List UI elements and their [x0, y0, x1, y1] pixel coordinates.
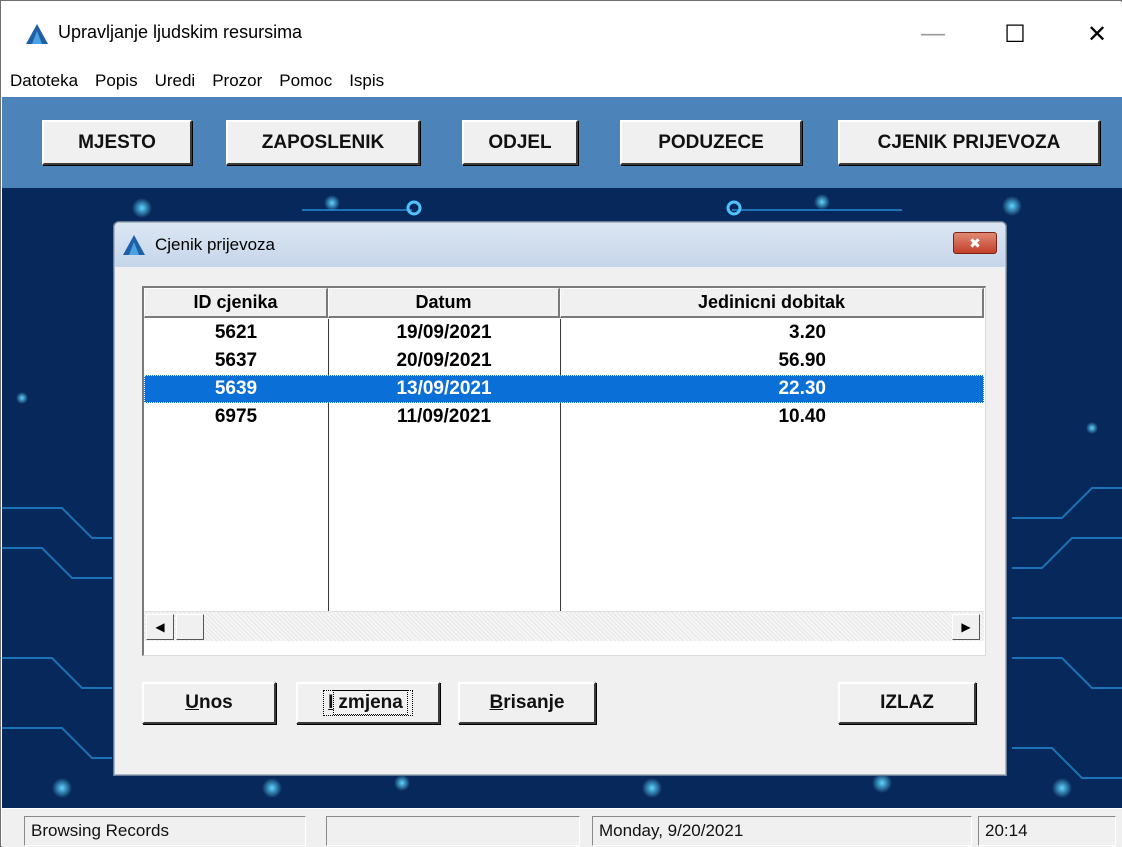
- grid-header: ID cjenika Datum Jedinicni dobitak: [144, 288, 984, 318]
- cell-dobitak: 10.40: [560, 403, 984, 431]
- cell-datum: 11/09/2021: [396, 406, 492, 427]
- table-row[interactable]: 5621 19/09/2021 3.20: [144, 319, 984, 347]
- app-logo-icon: [26, 24, 48, 44]
- unos-label: Unos: [185, 692, 233, 713]
- status-empty-panel: [326, 816, 580, 846]
- cell-dobitak-value: 22.30: [778, 378, 826, 399]
- window-title: Upravljanje ljudskim resursima: [58, 22, 303, 42]
- column-header-id[interactable]: ID cjenika: [144, 288, 328, 318]
- cell-dobitak-value: 3.20: [789, 322, 826, 343]
- menu-datoteka[interactable]: Datoteka: [10, 71, 78, 91]
- brisanje-button[interactable]: Brisanje: [458, 682, 596, 724]
- close-button[interactable]: ✕: [1074, 12, 1120, 56]
- records-grid[interactable]: ID cjenika Datum Jedinicni dobitak 5621 …: [142, 286, 986, 656]
- main-window: Upravljanje ljudskim resursima — ☐ ✕ Dat…: [0, 0, 1122, 847]
- scroll-thumb[interactable]: [176, 614, 204, 640]
- menu-prozor[interactable]: Prozor: [212, 71, 262, 91]
- cell-datum: 13/09/2021: [396, 378, 492, 399]
- toolbar: MJESTO ZAPOSLENIK ODJEL PODUZECE CJENIK …: [2, 97, 1122, 188]
- unos-button[interactable]: Unos: [142, 682, 276, 724]
- izmjena-button[interactable]: Izmjena: [296, 682, 440, 724]
- table-row[interactable]: 6975 11/09/2021 10.40: [144, 403, 984, 431]
- cjenik-prijevoza-window: Cjenik prijevoza ✖ ID cjenika Datum Jedi…: [113, 221, 1007, 776]
- table-row-selected[interactable]: 5639 13/09/2021 22.30: [144, 375, 984, 403]
- cell-id: 5637: [214, 350, 258, 371]
- cell-dobitak: 22.30: [560, 375, 984, 403]
- cell-datum: 20/09/2021: [396, 350, 492, 371]
- child-title-bar[interactable]: Cjenik prijevoza ✖: [115, 223, 1005, 267]
- cell-id: 6975: [214, 406, 258, 427]
- mjesto-button[interactable]: MJESTO: [42, 120, 192, 165]
- menu-bar: Datoteka Popis Uredi Prozor Pomoc Ispis: [2, 65, 1122, 97]
- cjenik-prijevoza-button[interactable]: CJENIK PRIJEVOZA: [838, 120, 1100, 165]
- status-bar: Browsing Records Monday, 9/20/2021 20:14: [2, 808, 1122, 847]
- column-header-dobitak[interactable]: Jedinicni dobitak: [560, 288, 984, 318]
- brisanje-label: Brisanje: [489, 692, 565, 713]
- child-body: ID cjenika Datum Jedinicni dobitak 5621 …: [120, 268, 1000, 769]
- table-row[interactable]: 5637 20/09/2021 56.90: [144, 347, 984, 375]
- odjel-button[interactable]: ODJEL: [462, 120, 578, 165]
- poduzece-button[interactable]: PODUZECE: [620, 120, 802, 165]
- cell-id: 5621: [214, 322, 258, 343]
- menu-pomoc[interactable]: Pomoc: [279, 71, 332, 91]
- cell-dobitak-value: 56.90: [778, 350, 826, 371]
- menu-uredi[interactable]: Uredi: [155, 71, 196, 91]
- menu-ispis[interactable]: Ispis: [349, 71, 384, 91]
- child-window-title: Cjenik prijevoza: [155, 235, 275, 254]
- column-header-datum[interactable]: Datum: [328, 288, 560, 318]
- scroll-right-icon[interactable]: ▶: [952, 614, 980, 640]
- status-mode: Browsing Records: [24, 816, 306, 846]
- status-date: Monday, 9/20/2021: [592, 816, 972, 846]
- app-logo-icon: [123, 235, 145, 255]
- menu-popis[interactable]: Popis: [95, 71, 138, 91]
- minimize-button[interactable]: —: [910, 12, 956, 56]
- grid-rows: 5621 19/09/2021 3.20 5637 20/09/2021 56.…: [144, 319, 984, 431]
- cell-datum: 19/09/2021: [396, 322, 492, 343]
- izlaz-button[interactable]: IZLAZ: [838, 682, 976, 724]
- scroll-left-icon[interactable]: ◀: [146, 614, 174, 640]
- horizontal-scrollbar[interactable]: ◀ ▶: [144, 611, 984, 641]
- maximize-button[interactable]: ☐: [992, 12, 1038, 56]
- cell-dobitak-value: 10.40: [778, 406, 826, 427]
- child-close-button[interactable]: ✖: [953, 232, 997, 254]
- status-time: 20:14: [978, 816, 1116, 846]
- cell-id: 5639: [214, 378, 258, 399]
- cell-dobitak: 56.90: [560, 347, 984, 375]
- izmjena-label: Izmjena: [323, 690, 413, 716]
- cell-dobitak: 3.20: [560, 319, 984, 347]
- title-bar: Upravljanje ljudskim resursima — ☐ ✕: [2, 2, 1122, 65]
- zaposlenik-button[interactable]: ZAPOSLENIK: [226, 120, 420, 165]
